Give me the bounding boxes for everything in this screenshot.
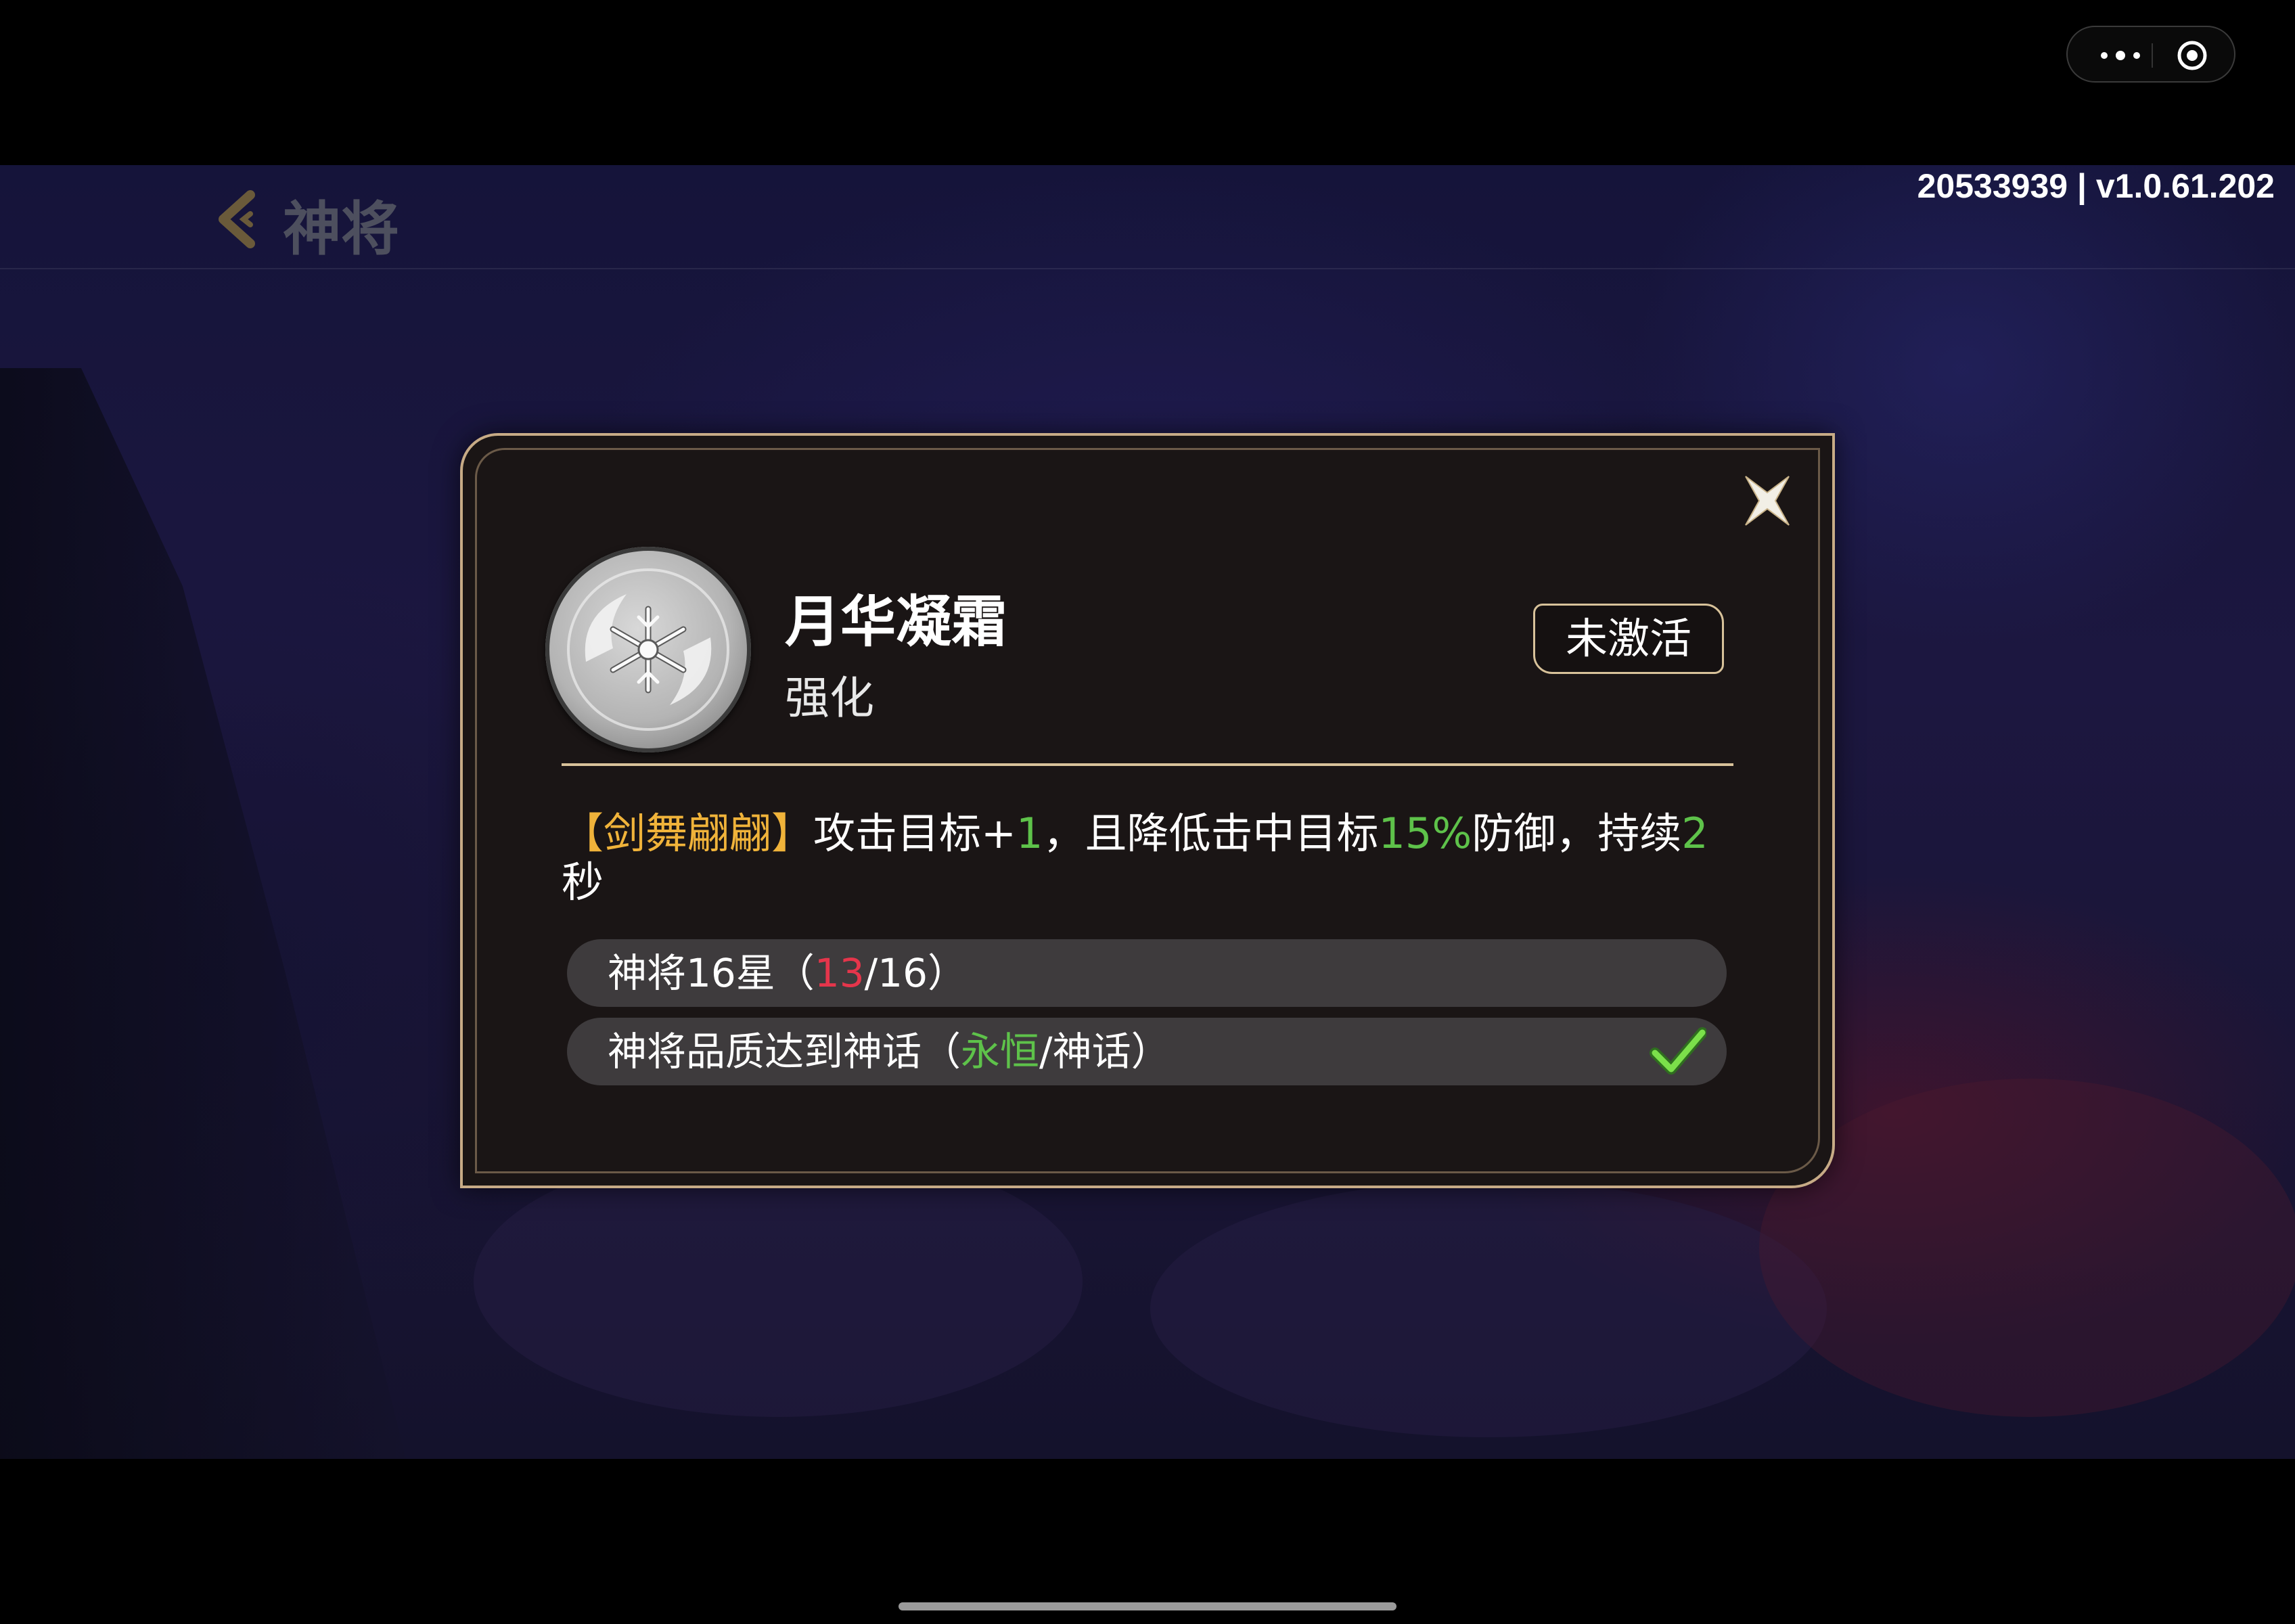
background-cloud — [1150, 1180, 1827, 1437]
buff-bracket-close: 】 — [771, 809, 814, 858]
condition-current-value: 永恒 — [961, 1029, 1040, 1075]
description-text: 防御，持续 — [1472, 809, 1682, 858]
miniprogram-capsule — [2066, 26, 2235, 83]
chevron-left-icon[interactable] — [214, 188, 263, 250]
skill-type: 强化 — [785, 672, 874, 724]
status-badge: 未激活 — [1533, 604, 1724, 674]
buff-name: 剑舞翩翩 — [604, 809, 772, 858]
snowflake-emblem-icon — [545, 547, 751, 752]
condition-requirement: /神话） — [1039, 1029, 1171, 1075]
page-title[interactable]: 神将 — [283, 181, 399, 266]
condition-star-level: 神将16星（13/16） — [567, 939, 1727, 1007]
condition-label: 神将品质达到神话（ — [608, 1029, 961, 1075]
record-target-icon[interactable] — [2176, 39, 2208, 72]
description-text: 秒 — [562, 857, 604, 907]
section-divider — [562, 763, 1733, 766]
background-cloud — [1759, 1079, 2295, 1417]
condition-current-value: 13 — [814, 950, 865, 996]
build-version: 20533939 | v1.0.61.202 — [1917, 167, 2275, 205]
skill-name: 月华凝霜 — [785, 590, 1007, 654]
capsule-divider — [2152, 43, 2153, 68]
more-dots-icon[interactable] — [2093, 42, 2148, 69]
background-cliff — [0, 368, 406, 1459]
skill-description: 【剑舞翩翩】攻击目标+1，且降低击中目标15%防御，持续2 秒 — [562, 809, 1739, 907]
checkmark-icon — [1650, 1027, 1706, 1075]
defense-reduction-value: 15% — [1378, 809, 1472, 858]
description-text: ，且降低击中目标 — [1043, 809, 1379, 858]
target-count-value: 1 — [1016, 809, 1043, 858]
home-indicator[interactable] — [899, 1602, 1396, 1610]
condition-quality: 神将品质达到神话（永恒/神话） — [567, 1018, 1727, 1085]
description-text: 攻击目标+ — [813, 809, 1016, 858]
close-x-icon[interactable] — [1739, 472, 1796, 529]
buff-bracket-open: 【 — [562, 809, 604, 858]
condition-label: 神将16星（ — [608, 950, 815, 996]
duration-value: 2 — [1681, 809, 1708, 858]
condition-requirement: /16） — [864, 950, 967, 996]
